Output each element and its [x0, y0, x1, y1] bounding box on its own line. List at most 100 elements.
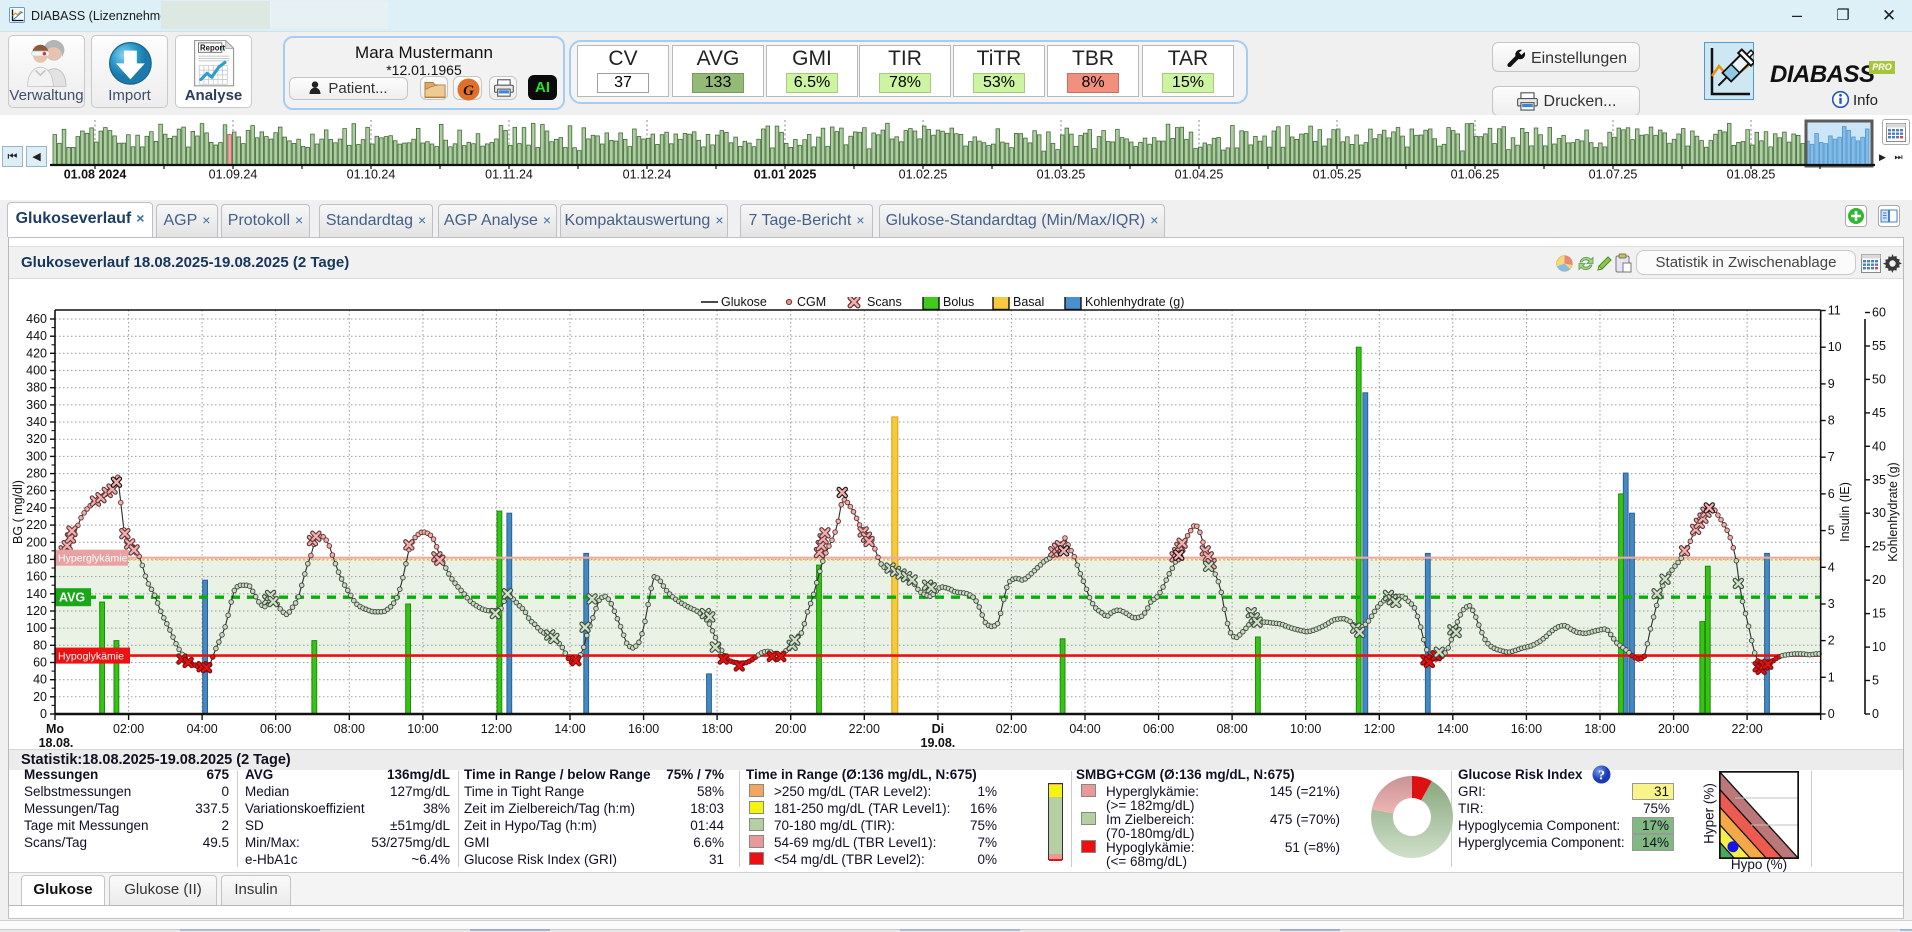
svg-text:320: 320: [26, 432, 47, 446]
svg-text:55: 55: [1872, 339, 1886, 353]
svg-text:280: 280: [26, 467, 47, 481]
svg-text:240: 240: [26, 501, 47, 515]
svg-text:AVG: AVG: [59, 591, 85, 605]
svg-text:460: 460: [26, 312, 47, 326]
svg-text:15: 15: [1872, 607, 1886, 621]
svg-text:40: 40: [1872, 439, 1886, 453]
svg-text:0: 0: [1828, 707, 1835, 721]
svg-text:20:00: 20:00: [775, 722, 806, 736]
svg-text:30: 30: [1872, 506, 1886, 520]
svg-text:16:00: 16:00: [1511, 722, 1542, 736]
svg-text:?: ?: [1598, 769, 1605, 784]
svg-text:01.04.25: 01.04.25: [1175, 168, 1224, 182]
svg-text:01.02.25: 01.02.25: [899, 168, 948, 182]
svg-text:80: 80: [33, 638, 47, 652]
svg-text:06:00: 06:00: [1143, 722, 1174, 736]
svg-text:04:00: 04:00: [1069, 722, 1100, 736]
svg-text:3: 3: [1828, 597, 1835, 611]
svg-text:01.05.25: 01.05.25: [1313, 168, 1362, 182]
svg-text:22:00: 22:00: [849, 722, 880, 736]
svg-text:5: 5: [1828, 524, 1835, 538]
svg-text:CGM: CGM: [797, 297, 826, 309]
svg-text:Basal: Basal: [1013, 297, 1044, 309]
svg-text:Hypoglykämie: Hypoglykämie: [58, 651, 124, 663]
svg-text:200: 200: [26, 535, 47, 549]
svg-text:18.08.: 18.08.: [39, 736, 74, 750]
svg-text:12:00: 12:00: [1364, 722, 1395, 736]
svg-text:01.08 2024: 01.08 2024: [64, 168, 127, 182]
svg-text:Hyperglykämie: Hyperglykämie: [58, 553, 128, 565]
svg-text:120: 120: [26, 604, 47, 618]
svg-text:100: 100: [26, 621, 47, 635]
svg-text:02:00: 02:00: [996, 722, 1027, 736]
svg-text:BG ( mg/dl): BG ( mg/dl): [11, 480, 25, 544]
svg-text:02:00: 02:00: [113, 722, 144, 736]
svg-text:340: 340: [26, 415, 47, 429]
svg-text:01.09.24: 01.09.24: [209, 168, 258, 182]
svg-text:Kohlenhydrate (g): Kohlenhydrate (g): [1886, 462, 1900, 561]
svg-text:380: 380: [26, 381, 47, 395]
svg-text:5: 5: [1872, 674, 1879, 688]
svg-text:60: 60: [33, 656, 47, 670]
svg-text:22:00: 22:00: [1731, 722, 1762, 736]
svg-text:45: 45: [1872, 406, 1886, 420]
svg-text:08:00: 08:00: [1216, 722, 1247, 736]
svg-text:G: G: [463, 83, 474, 99]
svg-text:18:00: 18:00: [701, 722, 732, 736]
svg-text:60: 60: [1872, 306, 1886, 320]
svg-text:0: 0: [40, 707, 47, 721]
svg-text:360: 360: [26, 398, 47, 412]
svg-text:20: 20: [33, 690, 47, 704]
svg-text:Di: Di: [932, 722, 945, 736]
svg-text:10: 10: [1828, 340, 1842, 354]
svg-text:8: 8: [1828, 414, 1835, 428]
svg-text:01.03.25: 01.03.25: [1037, 168, 1086, 182]
svg-text:Mo: Mo: [46, 722, 64, 736]
svg-text:01.06.25: 01.06.25: [1451, 168, 1500, 182]
svg-text:Bolus: Bolus: [943, 297, 974, 309]
svg-text:10: 10: [1872, 640, 1886, 654]
svg-text:420: 420: [26, 346, 47, 360]
svg-text:220: 220: [26, 518, 47, 532]
svg-text:12:00: 12:00: [481, 722, 512, 736]
svg-text:11: 11: [1828, 304, 1841, 318]
svg-text:16:00: 16:00: [628, 722, 659, 736]
svg-text:04:00: 04:00: [186, 722, 217, 736]
svg-text:260: 260: [26, 484, 47, 498]
svg-text:19.08.: 19.08.: [921, 736, 956, 750]
svg-text:Glukose: Glukose: [721, 297, 767, 309]
svg-text:7: 7: [1828, 450, 1835, 464]
svg-text:10:00: 10:00: [1290, 722, 1321, 736]
svg-text:300: 300: [26, 449, 47, 463]
svg-text:160: 160: [26, 570, 47, 584]
svg-text:1: 1: [1828, 670, 1835, 684]
svg-text:25: 25: [1872, 540, 1886, 554]
svg-text:06:00: 06:00: [260, 722, 291, 736]
svg-text:140: 140: [26, 587, 47, 601]
svg-text:0: 0: [1872, 707, 1879, 721]
svg-text:14:00: 14:00: [1437, 722, 1468, 736]
svg-text:18:00: 18:00: [1584, 722, 1615, 736]
svg-text:20:00: 20:00: [1658, 722, 1689, 736]
svg-text:01.08.25: 01.08.25: [1727, 168, 1776, 182]
svg-text:180: 180: [26, 552, 47, 566]
svg-text:01.11.24: 01.11.24: [485, 168, 533, 182]
svg-text:Scans: Scans: [867, 297, 902, 309]
svg-text:01.10.24: 01.10.24: [347, 168, 396, 182]
svg-text:2: 2: [1828, 634, 1835, 648]
svg-text:4: 4: [1828, 560, 1835, 574]
svg-text:Report: Report: [200, 44, 225, 53]
svg-text:Kohlenhydrate (g): Kohlenhydrate (g): [1085, 297, 1184, 309]
svg-text:01.07.25: 01.07.25: [1589, 168, 1638, 182]
svg-text:01.12.24: 01.12.24: [623, 168, 672, 182]
svg-text:35: 35: [1872, 473, 1886, 487]
svg-text:40: 40: [33, 673, 47, 687]
svg-text:400: 400: [26, 364, 47, 378]
svg-text:50: 50: [1872, 372, 1886, 386]
svg-text:440: 440: [26, 329, 47, 343]
svg-text:10:00: 10:00: [407, 722, 438, 736]
svg-text:14:00: 14:00: [554, 722, 585, 736]
svg-text:9: 9: [1828, 377, 1835, 391]
svg-text:01.01 2025: 01.01 2025: [754, 168, 817, 182]
svg-text:Insulin (IE): Insulin (IE): [1838, 482, 1852, 542]
